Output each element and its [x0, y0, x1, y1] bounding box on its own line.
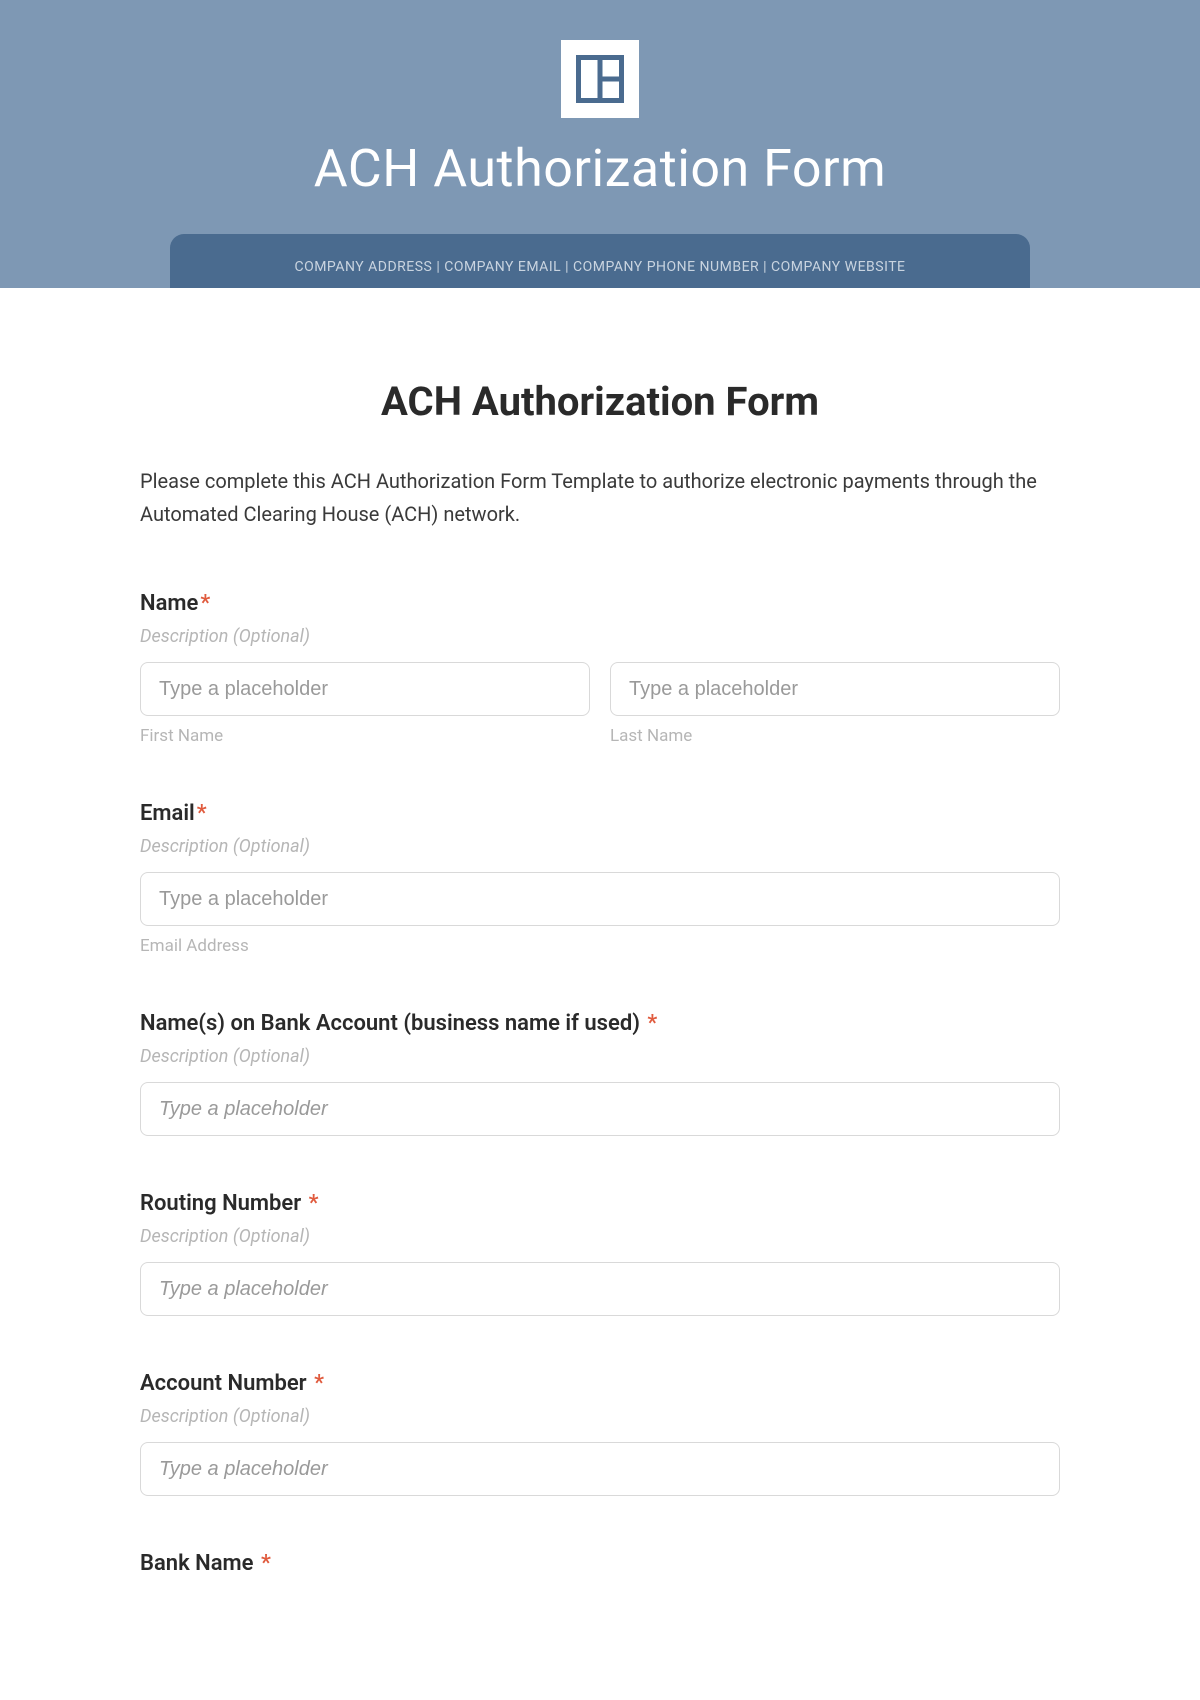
first-name-input[interactable]: [140, 662, 590, 716]
company-info-bar: COMPANY ADDRESS | COMPANY EMAIL | COMPAN…: [170, 234, 1030, 288]
account-number-label-text: Account Number: [140, 1371, 307, 1396]
account-name-description[interactable]: Description (Optional): [140, 1046, 1060, 1067]
email-description[interactable]: Description (Optional): [140, 836, 1060, 857]
logo: [561, 40, 639, 118]
required-mark: *: [309, 1191, 319, 1216]
account-number-description[interactable]: Description (Optional): [140, 1406, 1060, 1427]
bank-name-label-text: Bank Name: [140, 1551, 253, 1576]
email-label: Email*: [140, 801, 1060, 826]
field-bank-name: Bank Name *: [140, 1551, 1060, 1576]
bank-name-label: Bank Name *: [140, 1551, 1060, 1576]
form-content: ACH Authorization Form Please complete t…: [140, 288, 1060, 1626]
form-heading: ACH Authorization Form: [140, 378, 1060, 425]
email-input[interactable]: [140, 872, 1060, 926]
name-label: Name*: [140, 591, 1060, 616]
field-name: Name* Description (Optional) First Name …: [140, 591, 1060, 746]
routing-description[interactable]: Description (Optional): [140, 1226, 1060, 1247]
banner: ACH Authorization Form COMPANY ADDRESS |…: [0, 0, 1200, 288]
account-name-label: Name(s) on Bank Account (business name i…: [140, 1011, 1060, 1036]
email-sublabel: Email Address: [140, 936, 1060, 956]
first-name-sublabel: First Name: [140, 726, 590, 746]
last-name-input[interactable]: [610, 662, 1060, 716]
routing-input[interactable]: [140, 1262, 1060, 1316]
account-number-label: Account Number *: [140, 1371, 1060, 1396]
form-intro: Please complete this ACH Authorization F…: [140, 465, 1060, 531]
field-account-number: Account Number * Description (Optional): [140, 1371, 1060, 1496]
logo-icon: [576, 55, 624, 103]
field-account-name: Name(s) on Bank Account (business name i…: [140, 1011, 1060, 1136]
name-label-text: Name: [140, 591, 198, 616]
routing-label: Routing Number *: [140, 1191, 1060, 1216]
field-email: Email* Description (Optional) Email Addr…: [140, 801, 1060, 956]
account-number-input[interactable]: [140, 1442, 1060, 1496]
required-mark: *: [261, 1551, 271, 1576]
routing-label-text: Routing Number: [140, 1191, 301, 1216]
required-mark: *: [647, 1011, 657, 1036]
field-routing: Routing Number * Description (Optional): [140, 1191, 1060, 1316]
account-name-input[interactable]: [140, 1082, 1060, 1136]
last-name-sublabel: Last Name: [610, 726, 1060, 746]
name-description[interactable]: Description (Optional): [140, 626, 1060, 647]
account-name-label-text: Name(s) on Bank Account (business name i…: [140, 1011, 640, 1036]
required-mark: *: [200, 591, 210, 616]
required-mark: *: [314, 1371, 324, 1396]
required-mark: *: [197, 801, 207, 826]
banner-title: ACH Authorization Form: [0, 138, 1200, 199]
email-label-text: Email: [140, 801, 195, 826]
